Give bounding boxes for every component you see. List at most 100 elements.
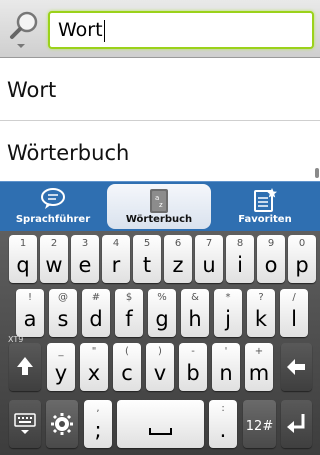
key-a[interactable]: ! a bbox=[16, 289, 44, 337]
key-main-label: . bbox=[219, 418, 227, 442]
search-bar: Wort bbox=[0, 0, 320, 58]
result-item-label: Wort bbox=[7, 78, 57, 102]
key-main-label: k bbox=[254, 307, 268, 331]
key-x[interactable]: " x bbox=[80, 343, 108, 391]
key-b[interactable]: -b bbox=[179, 343, 207, 391]
key-y[interactable]: _ y bbox=[47, 343, 75, 391]
keyboard-switch-key[interactable] bbox=[9, 400, 41, 448]
result-item[interactable]: Wort bbox=[0, 59, 320, 121]
key-r[interactable]: 4r bbox=[102, 235, 130, 283]
key-z[interactable]: 6z bbox=[164, 235, 192, 283]
key-main-label: m bbox=[248, 361, 270, 385]
tab-label: Favoriten bbox=[238, 214, 292, 225]
speech-bubble-icon bbox=[41, 188, 65, 209]
period-key[interactable]: : . bbox=[209, 400, 237, 448]
favorites-list-icon bbox=[254, 188, 277, 212]
tab-favoriten[interactable]: Favoriten bbox=[213, 184, 317, 229]
key-alt-label: ! bbox=[27, 292, 32, 303]
tab-label: Sprachführer bbox=[15, 214, 91, 225]
key-alt-label: ( bbox=[125, 346, 129, 357]
svg-text:z: z bbox=[159, 201, 163, 209]
search-input-value: Wort bbox=[58, 19, 103, 41]
key-alt-label: @ bbox=[58, 292, 68, 303]
key-alt-label: 5 bbox=[143, 238, 151, 249]
search-icon[interactable] bbox=[7, 8, 43, 48]
key-alt-label: _ bbox=[58, 346, 64, 357]
tab-sprachfuehrer[interactable]: Sprachführer bbox=[1, 184, 105, 229]
tab-woerterbuch[interactable]: a z Wörterbuch bbox=[107, 184, 211, 229]
key-o[interactable]: 9o bbox=[257, 235, 285, 283]
key-i[interactable]: 8i bbox=[226, 235, 254, 283]
key-main-label: d bbox=[89, 307, 103, 331]
result-item[interactable]: Wörterbuch bbox=[0, 122, 320, 184]
enter-arrow-icon bbox=[287, 414, 305, 433]
key-w[interactable]: 2w bbox=[40, 235, 68, 283]
key-n[interactable]: ' n bbox=[212, 343, 240, 391]
key-u[interactable]: 7u bbox=[195, 235, 223, 283]
key-main-label: w bbox=[45, 253, 63, 277]
keyboard-icon bbox=[14, 413, 36, 434]
scrollbar[interactable] bbox=[315, 168, 319, 178]
key-f[interactable]: $ f bbox=[115, 289, 143, 337]
key-q[interactable]: 1q bbox=[9, 235, 37, 283]
key-alt-label: 1 bbox=[19, 238, 27, 249]
key-main-label: 12# bbox=[245, 419, 274, 434]
key-alt-label: 9 bbox=[267, 238, 275, 249]
symbols-mode-key[interactable]: 12# bbox=[243, 400, 276, 448]
key-main-label: o bbox=[264, 253, 278, 277]
key-main-label: p bbox=[295, 253, 309, 277]
key-alt-label: + bbox=[254, 346, 264, 357]
key-alt-label: ? bbox=[258, 292, 264, 303]
backspace-arrow-icon bbox=[287, 359, 305, 375]
key-alt-label: : bbox=[221, 403, 225, 414]
key-alt-label: 3 bbox=[81, 238, 89, 249]
key-main-label: ; bbox=[94, 418, 102, 442]
gear-icon bbox=[51, 413, 73, 435]
key-v[interactable]: ) v bbox=[146, 343, 174, 391]
key-main-label: n bbox=[219, 361, 233, 385]
key-main-label: v bbox=[153, 361, 167, 385]
space-key[interactable] bbox=[117, 400, 204, 448]
key-alt-label: # bbox=[91, 292, 101, 303]
key-alt-label: - bbox=[191, 346, 195, 357]
dictionary-book-icon: a z bbox=[150, 189, 168, 213]
space-bar-icon bbox=[149, 428, 172, 435]
search-input[interactable]: Wort bbox=[48, 11, 314, 49]
key-j[interactable]: * j bbox=[214, 289, 242, 337]
key-d[interactable]: # d bbox=[82, 289, 110, 337]
key-main-label: h bbox=[188, 307, 202, 331]
key-main-label: l bbox=[291, 307, 297, 331]
key-m[interactable]: + m bbox=[245, 343, 273, 391]
tab-bar: Sprachführer a z Wörterbuch Favoriten bbox=[0, 181, 320, 231]
enter-key[interactable] bbox=[281, 400, 312, 448]
key-t[interactable]: 5t bbox=[133, 235, 161, 283]
comma-key[interactable]: , ; bbox=[84, 400, 112, 448]
key-alt-label: % bbox=[157, 292, 167, 303]
key-alt-label: , bbox=[96, 403, 100, 414]
key-main-label: a bbox=[23, 307, 37, 331]
key-p[interactable]: 0p bbox=[288, 235, 316, 283]
shift-arrow-icon bbox=[17, 357, 33, 375]
key-alt-label: ) bbox=[158, 346, 162, 357]
key-main-label: y bbox=[54, 361, 68, 385]
key-alt-label: " bbox=[91, 346, 97, 357]
key-h[interactable]: & h bbox=[181, 289, 209, 337]
key-s[interactable]: @ s bbox=[49, 289, 77, 337]
key-main-label: r bbox=[111, 253, 121, 277]
settings-key[interactable] bbox=[46, 400, 78, 448]
key-alt-label: * bbox=[225, 292, 231, 303]
key-alt-label: 4 bbox=[112, 238, 120, 249]
key-e[interactable]: 3e bbox=[71, 235, 99, 283]
xt9-label: XT9 bbox=[8, 335, 24, 344]
key-main-label: u bbox=[202, 253, 216, 277]
key-alt-label: $ bbox=[125, 292, 133, 303]
key-alt-label: 7 bbox=[205, 238, 213, 249]
key-alt-label: 6 bbox=[174, 238, 182, 249]
key-k[interactable]: ? k bbox=[247, 289, 275, 337]
key-g[interactable]: % g bbox=[148, 289, 176, 337]
key-c[interactable]: (c bbox=[113, 343, 141, 391]
shift-key[interactable] bbox=[9, 343, 41, 391]
key-l[interactable]: / l bbox=[280, 289, 308, 337]
backspace-key[interactable] bbox=[281, 343, 312, 391]
key-main-label: z bbox=[172, 253, 184, 277]
